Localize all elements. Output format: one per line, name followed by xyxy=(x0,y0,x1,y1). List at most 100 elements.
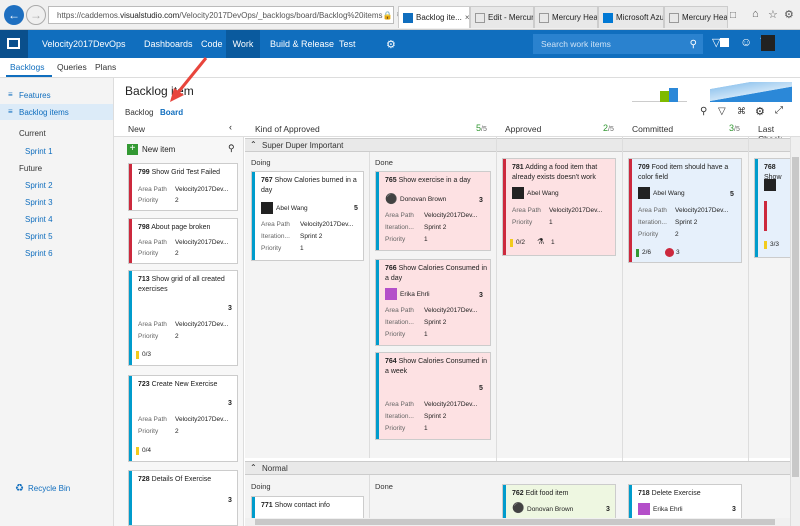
avatar xyxy=(512,187,524,199)
committed-wip-count: 3/5 xyxy=(729,123,740,133)
card-798[interactable]: 798 About page broken Area Path Velocity2… xyxy=(128,218,238,264)
tab-backlog[interactable]: Backlog ite... × xyxy=(398,6,470,28)
page-favicon-icon xyxy=(475,12,485,23)
tab-backlogs-underline xyxy=(6,75,52,77)
kind-wip-count: 5/5 xyxy=(476,123,487,133)
sidebar-item-sprint5[interactable]: Sprint 5 xyxy=(25,232,53,241)
backlog-items-icon: ≡ xyxy=(8,107,13,116)
avatar xyxy=(385,288,397,300)
tab-board-view[interactable]: Board xyxy=(160,108,183,117)
tab-backlogs[interactable]: Backlogs xyxy=(10,62,45,72)
sidebar-current-heading: Current xyxy=(19,129,46,138)
home-icon[interactable]: ⌂ xyxy=(752,8,759,20)
nav-code[interactable]: Code xyxy=(201,30,223,58)
url-path: /Velocity2017DevOps/_backlogs/board/Back… xyxy=(179,10,383,20)
card-765[interactable]: 765 Show exercise in a day ⚫ Donovan Bro… xyxy=(375,171,491,251)
card-767[interactable]: 767 Show Calories burned in a day Abel W… xyxy=(251,171,364,261)
card-723[interactable]: 723 Create New Exercise 3 Area Path Veloc… xyxy=(128,375,238,462)
nav-work[interactable]: Work xyxy=(226,30,260,58)
board-settings-icon[interactable]: ⚙ xyxy=(755,105,765,118)
collapse-new-icon[interactable]: ‹ xyxy=(229,122,232,132)
recycle-bin-icon: ♻ xyxy=(15,483,24,494)
sidebar-item-backlog-items[interactable]: Backlog items xyxy=(19,108,69,117)
settings-gear-icon[interactable]: ⚙ xyxy=(386,30,396,58)
sidebar-item-sprint4[interactable]: Sprint 4 xyxy=(25,215,53,224)
card-728[interactable]: 728 Details Of Exercise 3 xyxy=(128,470,238,526)
card-768[interactable]: 768 Show 3/3 xyxy=(754,158,794,258)
sidebar-item-sprint2[interactable]: Sprint 2 xyxy=(25,181,53,190)
column-new: New xyxy=(128,124,146,134)
nav-build-release[interactable]: Build & Release xyxy=(270,30,334,58)
live-updates-icon[interactable]: ⌘ xyxy=(737,106,746,117)
task-progress-icon xyxy=(136,447,139,455)
new-tab-icon[interactable]: □ xyxy=(730,10,740,21)
sidebar-item-features[interactable]: Features xyxy=(19,91,51,100)
tab-mercury-health-2[interactable]: Mercury Healt... xyxy=(664,6,728,28)
settings-icon[interactable]: ⚙ xyxy=(784,8,794,21)
velocity-chart[interactable] xyxy=(632,80,687,102)
sidebar-item-sprint1[interactable]: Sprint 1 xyxy=(25,147,53,156)
tab-edit-mercury[interactable]: Edit - Mercury ... xyxy=(470,6,534,28)
project-name[interactable]: Velocity2017DevOps xyxy=(42,30,126,58)
sidebar-item-sprint3[interactable]: Sprint 3 xyxy=(25,198,53,207)
sub-navigation: Backlogs Queries Plans xyxy=(0,58,800,78)
left-sidebar: ≡ Features ≡ Backlog items Current Sprin… xyxy=(0,78,114,526)
vsts-logo-icon[interactable] xyxy=(0,30,28,58)
collapse-lane-icon[interactable]: ⌃ xyxy=(250,463,257,472)
tab-queries[interactable]: Queries xyxy=(57,62,87,72)
filter-board-icon[interactable]: ▽ xyxy=(718,106,726,117)
vertical-scrollbar[interactable] xyxy=(790,137,800,526)
nav-test[interactable]: Test xyxy=(339,30,356,58)
forward-button[interactable]: → xyxy=(26,5,46,25)
star-icon[interactable]: ☆ xyxy=(768,8,778,21)
new-item-button[interactable]: + New item xyxy=(127,144,175,155)
doing-label: Doing xyxy=(251,482,271,491)
avatar: ⚫ xyxy=(512,503,525,514)
url-domain: visualstudio.com xyxy=(120,10,180,20)
close-tab-icon[interactable]: × xyxy=(462,13,469,22)
search-new-icon[interactable]: ⚲ xyxy=(228,143,235,154)
search-board-icon[interactable]: ⚲ xyxy=(700,106,707,117)
tab-azure[interactable]: Microsoft Azur... xyxy=(598,6,664,28)
plus-icon: + xyxy=(127,144,138,155)
browser-toolbar: ← → https://caddemos. visualstudio.com/Ve… xyxy=(0,0,800,30)
search-icon[interactable]: ⚲ xyxy=(690,39,697,50)
page-favicon-icon xyxy=(669,12,679,23)
card-713[interactable]: 713 Show grid of all created exercises 3… xyxy=(128,270,238,366)
swimlane-header[interactable]: ⌃ Super Duper Important xyxy=(245,138,790,152)
user-avatar[interactable] xyxy=(761,35,775,51)
lock-icon[interactable]: 🔒 xyxy=(383,11,393,20)
tab-plans[interactable]: Plans xyxy=(95,62,116,72)
card-764[interactable]: 764 Show Calories Consumed in a week 5 A… xyxy=(375,352,491,440)
fullscreen-icon[interactable]: ⤢ xyxy=(775,105,783,116)
sidebar-future-heading: Future xyxy=(19,164,43,173)
back-button[interactable]: ← xyxy=(4,5,24,25)
doing-label: Doing xyxy=(251,158,271,167)
task-progress-icon xyxy=(764,241,767,249)
column-approved: Approved xyxy=(505,124,542,134)
swimlane-header-normal[interactable]: ⌃ Normal xyxy=(245,461,790,475)
card-799[interactable]: 799 Show Grid Test Failed Area Path Veloc… xyxy=(128,163,238,211)
avatar xyxy=(638,187,650,199)
shopping-bag-icon[interactable] xyxy=(720,38,729,47)
nav-dashboards[interactable]: Dashboards xyxy=(144,30,193,58)
card-766[interactable]: 766 Show Calories Consumed in a day Erik… xyxy=(375,259,491,346)
address-bar[interactable]: https://caddemos. visualstudio.com/Veloci… xyxy=(48,6,403,24)
horizontal-scrollbar[interactable] xyxy=(245,518,790,526)
card-781[interactable]: 781 Adding a food item that already exis… xyxy=(502,158,616,256)
search-input[interactable]: Search work items ⚲ xyxy=(533,34,703,54)
tab-mercury-health[interactable]: Mercury Health... xyxy=(534,6,598,28)
card-709[interactable]: 709 Food item should have a color field … xyxy=(628,158,742,263)
cfd-chart[interactable] xyxy=(700,80,792,102)
collapse-lane-icon[interactable]: ⌃ xyxy=(250,140,257,149)
sidebar-item-recycle-bin[interactable]: Recycle Bin xyxy=(28,484,70,493)
avatar xyxy=(261,202,273,214)
sidebar-item-sprint6[interactable]: Sprint 6 xyxy=(25,249,53,258)
azure-favicon-icon xyxy=(603,12,613,23)
column-header-bar xyxy=(114,121,800,137)
tab-backlog-view[interactable]: Backlog xyxy=(125,108,153,117)
help-icon[interactable]: ☺ xyxy=(740,35,752,49)
flask-icon: ⚗ xyxy=(537,237,545,246)
task-progress-icon xyxy=(510,239,513,247)
bug-bar xyxy=(764,201,767,231)
